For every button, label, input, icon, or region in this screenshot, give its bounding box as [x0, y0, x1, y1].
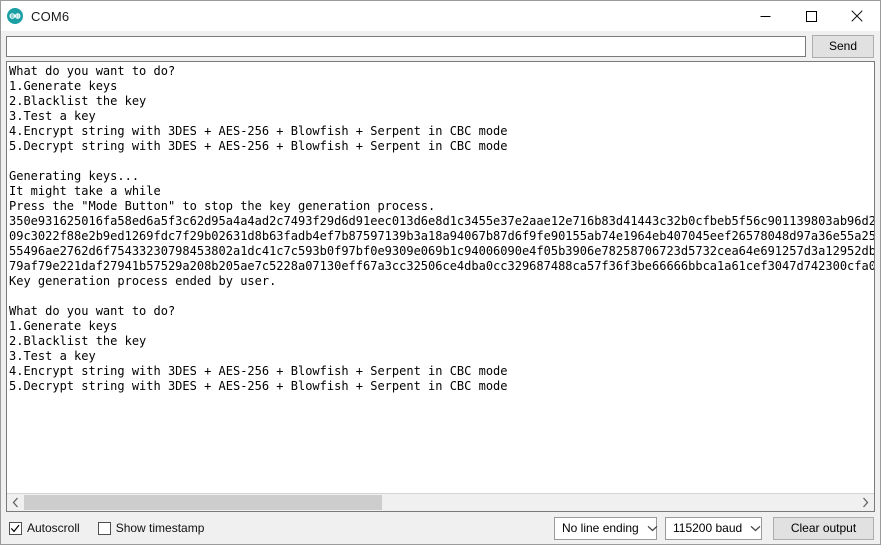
chevron-down-icon: [647, 525, 658, 532]
console-output[interactable]: What do you want to do? 1.Generate keys …: [7, 62, 874, 493]
console-status-line: Key generation process ended by user.: [9, 274, 277, 288]
chevron-down-icon: [750, 525, 761, 532]
close-button[interactable]: [834, 1, 880, 31]
scroll-left-icon[interactable]: [7, 494, 24, 511]
send-button[interactable]: Send: [812, 34, 874, 58]
console-panel: What do you want to do? 1.Generate keys …: [6, 61, 875, 512]
line-ending-select[interactable]: No line ending: [554, 516, 658, 540]
baud-rate-select[interactable]: 115200 baud: [665, 516, 762, 540]
autoscroll-label: Autoscroll: [27, 521, 80, 535]
console-line-blank: [9, 289, 874, 304]
scrollbar-track[interactable]: [24, 494, 857, 511]
line-ending-value: No line ending: [562, 521, 639, 535]
window-title: COM6: [31, 8, 70, 24]
console-line: 3.Test a key: [9, 349, 96, 363]
send-row: Send: [1, 31, 880, 61]
console-line: 3.Test a key: [9, 109, 96, 123]
arduino-logo-icon: [7, 8, 23, 24]
maximize-button[interactable]: [788, 1, 834, 31]
console-line: 2.Blacklist the key: [9, 94, 147, 108]
clear-output-button[interactable]: Clear output: [773, 516, 874, 540]
serial-send-input[interactable]: [6, 35, 806, 57]
console-hex-key: 350e931625016fa58ed6a5f3c62d95a4a4ad2c74…: [9, 214, 874, 228]
console-line: 1.Generate keys: [9, 319, 118, 333]
status-bar: Autoscroll Show timestamp No line ending…: [1, 512, 880, 544]
scroll-right-icon[interactable]: [857, 494, 874, 511]
show-timestamp-checkbox[interactable]: Show timestamp: [97, 521, 205, 535]
scrollbar-thumb[interactable]: [24, 495, 383, 510]
console-line: What do you want to do?: [9, 64, 176, 78]
console-line: Generating keys...: [9, 169, 140, 183]
serial-monitor-window: COM6 Send What do you want to do? 1.Gene…: [0, 0, 881, 545]
console-line: 4.Encrypt string with 3DES + AES-256 + B…: [9, 364, 508, 378]
autoscroll-checkbox[interactable]: Autoscroll: [9, 521, 80, 535]
autoscroll-checkbox-box[interactable]: [9, 521, 22, 535]
title-bar: COM6: [1, 1, 880, 31]
console-line: 2.Blacklist the key: [9, 334, 147, 348]
show-timestamp-checkbox-box[interactable]: [97, 521, 111, 535]
console-line-blank: [9, 154, 874, 169]
console-line: 5.Decrypt string with 3DES + AES-256 + B…: [9, 379, 508, 393]
show-timestamp-label: Show timestamp: [115, 521, 205, 535]
console-line: 4.Encrypt string with 3DES + AES-256 + B…: [9, 124, 508, 138]
window-controls: [742, 1, 880, 31]
horizontal-scrollbar[interactable]: [7, 493, 874, 511]
console-hex-key: 55496ae2762d6f75433230798453802a1dc41c7c…: [9, 244, 874, 258]
console-line: What do you want to do?: [9, 304, 176, 318]
console-line: Press the "Mode Button" to stop the key …: [9, 199, 436, 213]
console-line: 1.Generate keys: [9, 79, 118, 93]
console-line: 5.Decrypt string with 3DES + AES-256 + B…: [9, 139, 508, 153]
checkmark-icon: [10, 524, 20, 532]
console-hex-key: 09c3022f88e2b9ed1269fdc7f29b02631d8b63fa…: [9, 229, 874, 243]
console-line: It might take a while: [9, 184, 161, 198]
console-hex-key: 79af79e221daf27941b57529a208b205ae7c5228…: [9, 259, 874, 273]
minimize-button[interactable]: [742, 1, 788, 31]
baud-rate-value: 115200 baud: [673, 521, 743, 535]
